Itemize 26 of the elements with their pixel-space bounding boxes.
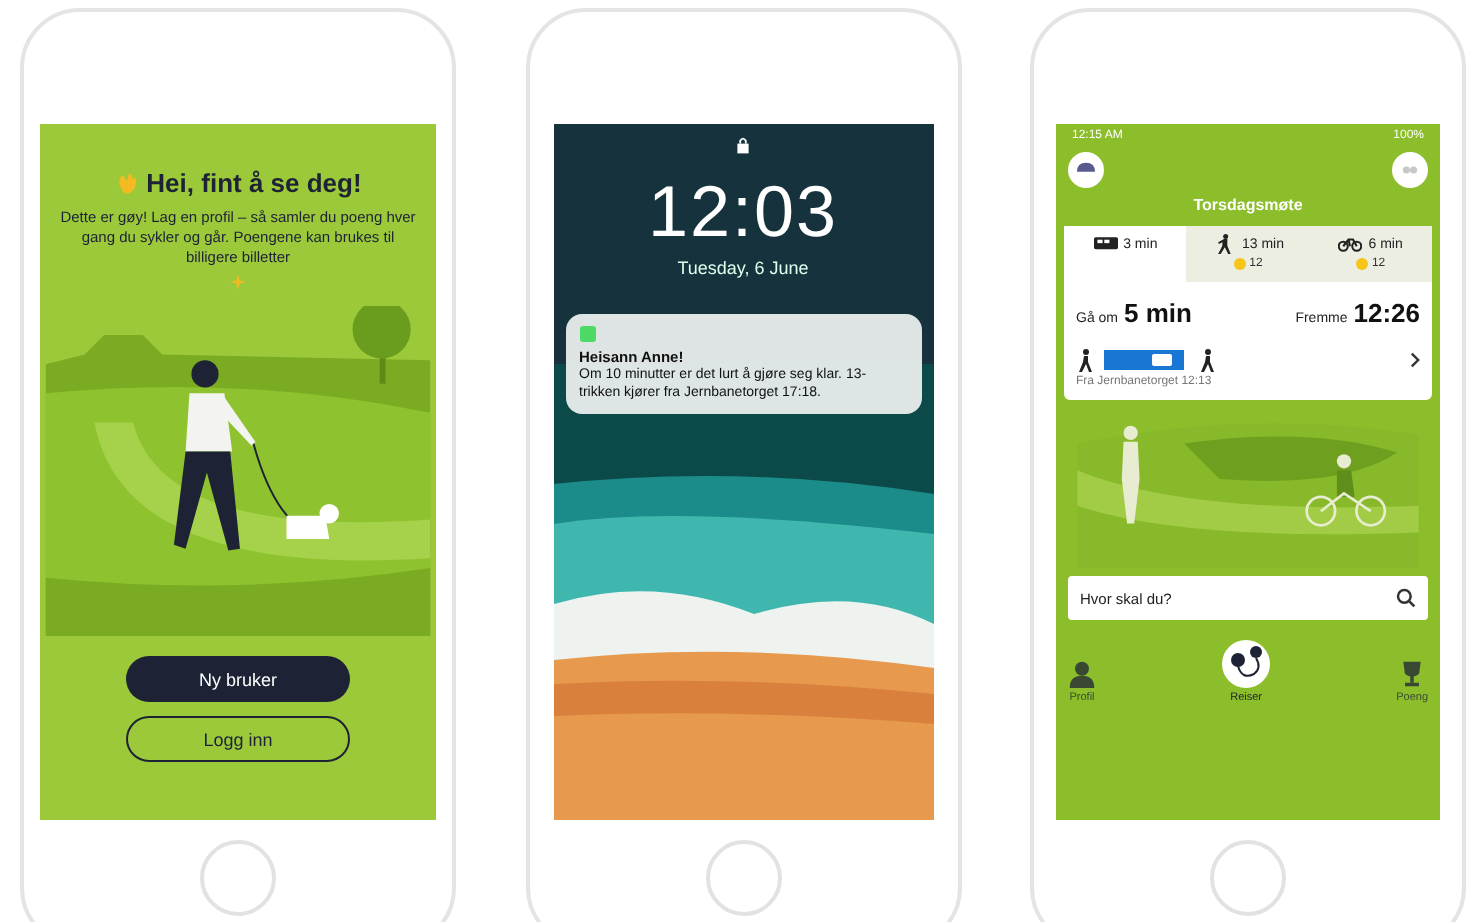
weather-button[interactable] [1068, 152, 1104, 188]
sun-icon [1355, 258, 1368, 270]
trophy-icon [1398, 660, 1427, 688]
login-button[interactable]: Logg inn [126, 716, 350, 763]
person-icon [1068, 660, 1096, 688]
route-pins-icon [1222, 640, 1271, 688]
waving-hand-icon [114, 170, 141, 196]
search-icon [1396, 588, 1416, 608]
bus-icon [1093, 234, 1118, 254]
clock-date: Tuesday, 6 June [677, 258, 809, 278]
signup-button[interactable]: Ny bruker [126, 656, 350, 703]
home-button[interactable] [200, 840, 276, 916]
home-button[interactable] [1210, 840, 1286, 916]
sun-icon [1233, 258, 1246, 270]
message-icon [579, 326, 595, 342]
arrive-time: 12:26 [1353, 298, 1420, 328]
greeting-title: Hei, fint å se deg! [146, 168, 362, 198]
sparkle-icon [230, 274, 246, 291]
destination-title: Torsdagsmøte [1191, 196, 1305, 214]
profile-button[interactable] [1392, 152, 1428, 188]
lock-icon [736, 136, 750, 154]
home-button[interactable] [705, 840, 781, 916]
clock-time: 12:03 [647, 170, 839, 254]
depart-time: 5 min [1124, 298, 1192, 328]
chevron-right-icon[interactable] [1410, 352, 1420, 368]
bicycle-icon [1338, 234, 1363, 254]
